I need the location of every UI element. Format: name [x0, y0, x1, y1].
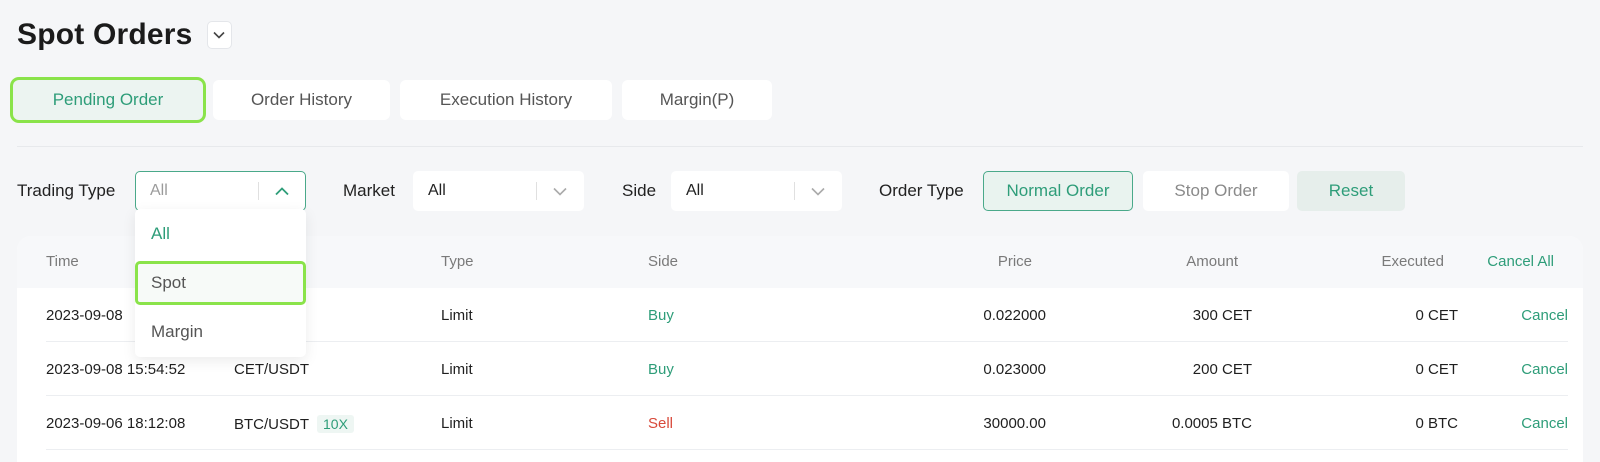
chevron-down-icon: [537, 187, 583, 196]
row-time: 2023-09-08 15:54:52: [46, 361, 186, 378]
normal-order-button[interactable]: Normal Order: [983, 171, 1133, 211]
side-value: All: [686, 182, 704, 199]
stop-order-button[interactable]: Stop Order: [1143, 171, 1289, 211]
row-executed: 0 CET: [1415, 307, 1458, 324]
table-row: 2023-09-06 18:12:08 BTC/USDT 10X Limit Se…: [46, 397, 1568, 450]
header-amount: Amount: [1186, 253, 1238, 270]
row-market: BTC/USDT: [234, 416, 309, 433]
divider: [17, 146, 1583, 147]
row-time: 2023-09-06 18:12:08: [46, 415, 186, 432]
row-side: Sell: [648, 415, 674, 432]
order-tabs: Pending Order Order History Execution Hi…: [13, 80, 782, 120]
trading-type-select[interactable]: All: [135, 171, 306, 211]
header-price: Price: [997, 253, 1032, 270]
filter-bar: Trading Type All Market All Side All Ord…: [17, 171, 1583, 211]
row-price: 0.023000: [983, 361, 1046, 378]
header-side: Side: [648, 253, 679, 270]
row-time: 2023-09-08: [46, 307, 123, 324]
header-time: Time: [46, 253, 79, 270]
side-label: Side: [622, 181, 657, 200]
cancel-order-button[interactable]: Cancel: [1521, 361, 1568, 378]
title-dropdown-button[interactable]: [206, 21, 232, 49]
trading-type-value: All: [150, 182, 168, 199]
market-label: Market: [343, 181, 395, 200]
row-amount: 200 CET: [1192, 361, 1252, 378]
option-margin[interactable]: Margin: [135, 310, 306, 354]
cancel-order-button[interactable]: Cancel: [1521, 307, 1568, 324]
tab-margin-p[interactable]: Margin(P): [622, 80, 772, 120]
side-select[interactable]: All: [671, 171, 842, 211]
row-type: Limit: [441, 415, 473, 432]
option-all[interactable]: All: [135, 212, 306, 256]
page-title: Spot Orders: [17, 18, 193, 51]
row-side: Buy: [648, 307, 674, 324]
page-header: Spot Orders: [17, 18, 232, 52]
row-side: Buy: [648, 361, 674, 378]
cancel-order-button[interactable]: Cancel: [1521, 415, 1568, 432]
row-market: CET/USDT: [234, 361, 309, 378]
chevron-down-icon: [795, 187, 841, 196]
tab-execution-history[interactable]: Execution History: [400, 80, 612, 120]
cancel-all-button[interactable]: Cancel All: [1487, 253, 1554, 270]
tab-order-history[interactable]: Order History: [213, 80, 390, 120]
chevron-down-icon: [213, 31, 225, 39]
tab-pending-order[interactable]: Pending Order: [13, 80, 203, 120]
market-value: All: [428, 182, 446, 199]
row-type: Limit: [441, 307, 473, 324]
header-executed: Executed: [1381, 253, 1444, 270]
row-executed: 0 BTC: [1415, 415, 1458, 432]
trading-type-label: Trading Type: [17, 181, 116, 200]
order-type-label: Order Type: [879, 181, 964, 200]
option-spot[interactable]: Spot: [135, 261, 306, 305]
row-price: 0.022000: [983, 307, 1046, 324]
header-type: Type: [441, 253, 474, 270]
row-price: 30000.00: [983, 415, 1046, 432]
row-amount: 300 CET: [1192, 307, 1252, 324]
row-market-cell: BTC/USDT 10X: [234, 415, 354, 433]
reset-button[interactable]: Reset: [1297, 171, 1405, 211]
trading-type-dropdown: All Spot Margin: [135, 209, 306, 357]
row-amount: 0.0005 BTC: [1171, 415, 1252, 432]
chevron-up-icon: [259, 186, 305, 196]
row-executed: 0 CET: [1415, 361, 1458, 378]
market-select[interactable]: All: [413, 171, 584, 211]
row-type: Limit: [441, 361, 473, 378]
leverage-badge: 10X: [317, 415, 354, 433]
